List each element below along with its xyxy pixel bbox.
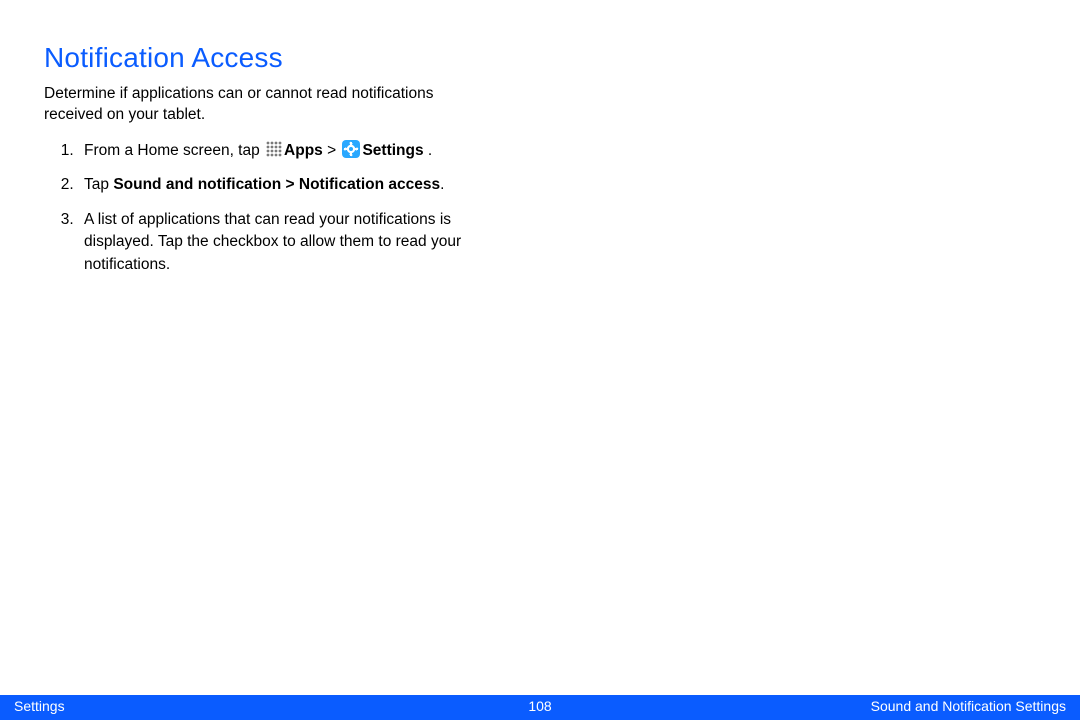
step-2-prefix: Tap xyxy=(84,176,113,193)
settings-gear-icon xyxy=(342,140,360,158)
step-2: Tap Sound and notification > Notificatio… xyxy=(78,174,476,196)
apps-label: Apps xyxy=(284,142,323,159)
manual-page: Notification Access Determine if applica… xyxy=(0,0,1080,720)
step-1-gt: > xyxy=(323,142,341,159)
step-1-period: . xyxy=(424,142,433,159)
page-title: Notification Access xyxy=(44,42,476,74)
step-1: From a Home screen, tap Apps > xyxy=(78,140,476,162)
intro-paragraph: Determine if applications can or cannot … xyxy=(44,84,454,126)
apps-grid-icon xyxy=(266,141,282,157)
footer-right: Sound and Notification Settings xyxy=(871,698,1066,714)
step-2-period: . xyxy=(440,176,444,193)
step-3: A list of applications that can read you… xyxy=(78,209,476,276)
steps-list: From a Home screen, tap Apps > xyxy=(44,140,476,276)
settings-label: Settings xyxy=(362,142,423,159)
content-column: Notification Access Determine if applica… xyxy=(0,0,520,276)
step-1-text-prefix: From a Home screen, tap xyxy=(84,142,264,159)
page-footer: Settings 108 Sound and Notification Sett… xyxy=(0,695,1080,720)
step-2-bold: Sound and notification > Notification ac… xyxy=(113,176,440,193)
